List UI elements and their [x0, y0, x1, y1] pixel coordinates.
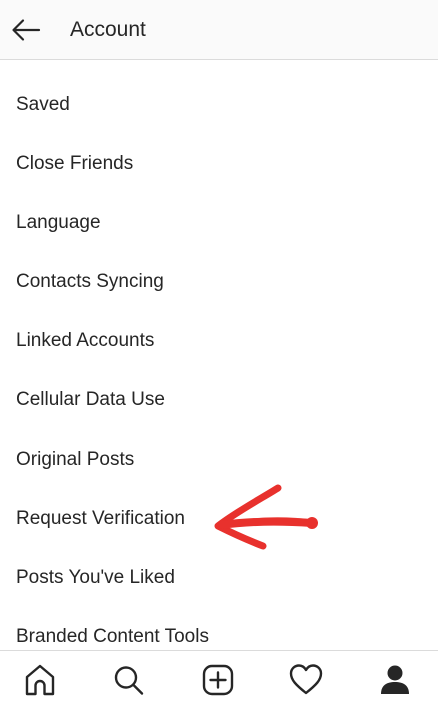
menu-item-language[interactable]: Language [0, 192, 438, 251]
menu-item-label: Contacts Syncing [16, 271, 164, 292]
menu-item-branded-content-tools[interactable]: Branded Content Tools [0, 606, 438, 650]
menu-item-label: Saved [16, 94, 70, 115]
menu-item-label: Original Posts [16, 449, 135, 470]
menu-item-original-posts[interactable]: Original Posts [0, 429, 438, 488]
menu-item-label: Request Verification [16, 508, 185, 529]
profile-icon[interactable] [375, 660, 415, 700]
menu-item-label: Linked Accounts [16, 330, 155, 351]
account-settings-list: Saved Close Friends Language Contacts Sy… [0, 60, 438, 650]
home-icon[interactable] [20, 660, 60, 700]
menu-item-label: Cellular Data Use [16, 389, 165, 410]
menu-item-request-verification[interactable]: Request Verification [0, 488, 438, 547]
page-title: Account [70, 18, 146, 41]
heart-icon[interactable] [286, 660, 326, 700]
menu-item-close-friends[interactable]: Close Friends [0, 133, 438, 192]
back-arrow-icon[interactable] [6, 10, 46, 50]
app-header: Account [0, 0, 438, 60]
menu-item-cellular-data-use[interactable]: Cellular Data Use [0, 369, 438, 428]
menu-item-label: Branded Content Tools [16, 626, 209, 647]
menu-item-contacts-syncing[interactable]: Contacts Syncing [0, 251, 438, 310]
menu-item-label: Posts You've Liked [16, 567, 175, 588]
menu-item-linked-accounts[interactable]: Linked Accounts [0, 310, 438, 369]
menu-item-label: Close Friends [16, 153, 134, 174]
menu-item-label: Language [16, 212, 101, 233]
bottom-tab-bar [0, 650, 438, 709]
search-icon[interactable] [108, 660, 148, 700]
menu-item-saved[interactable]: Saved [0, 74, 438, 133]
menu-item-posts-youve-liked[interactable]: Posts You've Liked [0, 547, 438, 606]
new-post-icon[interactable] [198, 660, 238, 700]
